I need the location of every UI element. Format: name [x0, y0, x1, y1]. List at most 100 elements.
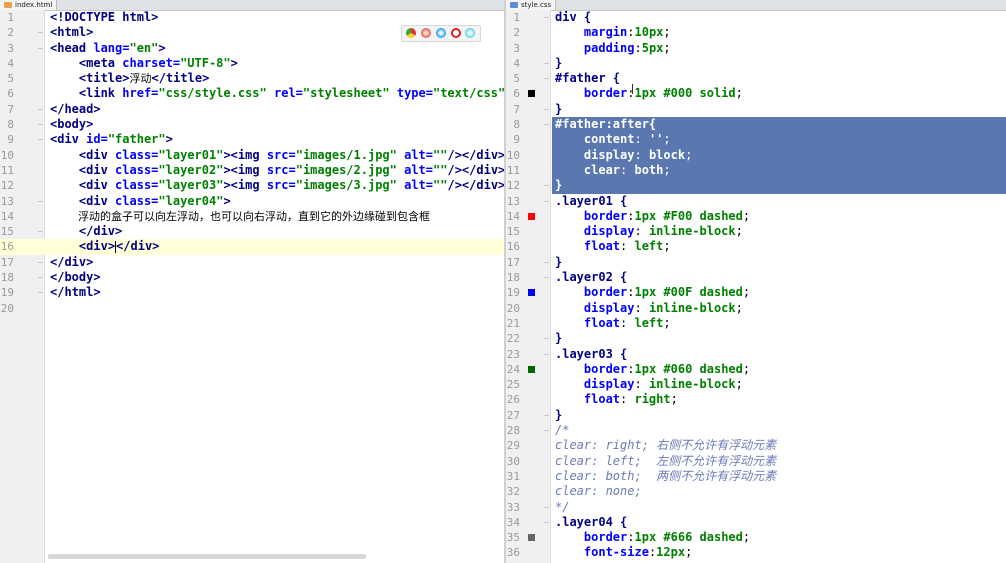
html-code-line[interactable]: 8 − <body> — [0, 117, 504, 132]
css-code-line[interactable]: 23 − .layer03 { — [506, 347, 1006, 362]
css-code-line[interactable]: 6 border:1px #000 solid; — [506, 86, 1006, 101]
css-code-line[interactable]: 19 border:1px #00F dashed; — [506, 285, 1006, 300]
css-code-line[interactable]: 17 −} — [506, 255, 1006, 270]
fold-toggle-icon[interactable]: − — [544, 335, 551, 343]
html-code-line[interactable]: 15 − </div> — [0, 224, 504, 239]
color-swatch-icon[interactable] — [528, 534, 535, 542]
fold-toggle-icon[interactable]: − — [38, 29, 45, 37]
fold-toggle-icon[interactable]: − — [544, 197, 551, 205]
fold-toggle-icon[interactable]: − — [38, 121, 45, 129]
css-code-line[interactable]: 35 border:1px #666 dashed; — [506, 530, 1006, 545]
css-code-line[interactable]: 10 display: block; — [506, 147, 1006, 163]
line-number: 16 — [0, 240, 14, 254]
css-code-line[interactable]: 18 − .layer02 { — [506, 270, 1006, 285]
fold-toggle-icon[interactable]: − — [544, 503, 551, 511]
css-code-line[interactable]: 1 − div { — [506, 10, 1006, 25]
color-swatch-icon[interactable] — [528, 289, 535, 297]
fold-toggle-icon[interactable]: − — [38, 44, 45, 52]
css-code-line[interactable]: 29 clear: right; 右侧不允许有浮动元素 — [506, 438, 1006, 453]
fold-toggle-icon[interactable]: − — [544, 14, 551, 22]
safari-icon[interactable] — [436, 28, 446, 38]
html-code-line[interactable]: 12 <div class="layer03"><img src="images… — [0, 178, 504, 193]
chrome-icon[interactable] — [406, 28, 416, 38]
css-code-line[interactable]: 21 float: left; — [506, 316, 1006, 331]
html-code-line[interactable]: 9 − <div id="father"> — [0, 132, 504, 147]
fold-toggle-icon[interactable]: − — [544, 75, 551, 83]
css-code-line[interactable]: 12 −} — [506, 178, 1006, 194]
css-code-line[interactable]: 32 clear: none; — [506, 484, 1006, 499]
fold-toggle-icon[interactable]: − — [544, 427, 551, 435]
css-code-line[interactable]: 13 − .layer01 { — [506, 194, 1006, 209]
css-code-line[interactable]: 25 display: inline-block; — [506, 377, 1006, 392]
fold-toggle-icon[interactable]: − — [38, 274, 45, 282]
color-swatch-icon[interactable] — [528, 90, 535, 98]
html-code-line[interactable]: 16 <div></div> — [0, 239, 504, 255]
html-code-line[interactable]: 1 <!DOCTYPE html> — [0, 10, 504, 25]
fold-toggle-icon[interactable]: − — [38, 258, 45, 266]
html-code-line[interactable]: 3 − <head lang="en"> — [0, 41, 504, 56]
css-code-line[interactable]: 28 −/* — [506, 423, 1006, 438]
fold-toggle-icon[interactable]: − — [544, 411, 551, 419]
fold-toggle-icon[interactable]: − — [38, 136, 45, 144]
fold-toggle-icon[interactable]: − — [38, 197, 45, 205]
html-code-line[interactable]: 17 − </div> — [0, 255, 504, 270]
line-number: 34 — [506, 515, 520, 529]
css-code-line[interactable]: 9 content: ''; — [506, 132, 1006, 148]
css-code-line[interactable]: 16 float: left; — [506, 239, 1006, 254]
fold-toggle-icon[interactable]: − — [544, 258, 551, 266]
css-code-line[interactable]: 20 display: inline-block; — [506, 301, 1006, 316]
css-code-area[interactable]: 1− div {2 margin:10px; 3 padding:5px; 4−} 5−… — [506, 10, 1006, 561]
html-code-line[interactable]: 20 — [0, 301, 504, 316]
html-code-line[interactable]: 4 <meta charset="UTF-8"> — [0, 56, 504, 71]
css-code-line[interactable]: 33 − */ — [506, 500, 1006, 515]
css-code-line[interactable]: 4 −} — [506, 56, 1006, 71]
horizontal-scrollbar[interactable] — [48, 554, 366, 559]
css-code-line[interactable]: 11 clear: both; — [506, 162, 1006, 179]
fold-toggle-icon[interactable]: − — [544, 182, 551, 190]
fold-toggle-icon[interactable]: − — [38, 289, 45, 297]
css-code-line[interactable]: 22 −} — [506, 331, 1006, 346]
css-code-line[interactable]: 26 float: right; — [506, 392, 1006, 407]
fold-toggle-icon[interactable]: − — [544, 121, 551, 129]
fold-toggle-icon[interactable]: − — [544, 274, 551, 282]
color-swatch-icon[interactable] — [528, 365, 535, 373]
css-editor-pane[interactable]: style.css 1− div {2 margin:10px; 3 padding… — [506, 0, 1006, 563]
html-code-line[interactable]: 13 − <div class="layer04"> — [0, 194, 504, 209]
tab-index-html[interactable]: index.html — [0, 0, 58, 10]
css-code-line[interactable]: 14 border:1px #F00 dashed; — [506, 209, 1006, 224]
html-code-line[interactable]: 18 − </body> — [0, 270, 504, 285]
html-code-area[interactable]: 1 <!DOCTYPE html> 2− <html> 3− <head lang="en… — [0, 10, 504, 316]
fold-toggle-icon[interactable]: − — [544, 59, 551, 67]
fold-toggle-icon[interactable]: − — [544, 105, 551, 113]
css-code-line[interactable]: 15 display: inline-block; — [506, 224, 1006, 239]
fold-toggle-icon[interactable]: − — [544, 518, 551, 526]
opera-icon[interactable] — [451, 28, 461, 38]
css-code-line[interactable]: 30 clear: left; 左侧不允许有浮动元素 — [506, 454, 1006, 469]
html-code-line[interactable]: 5 <title>浮动</title> — [0, 71, 504, 86]
html-code-line[interactable]: 14 浮动的盒子可以向左浮动，也可以向右浮动，直到它的外边缘碰到包含框 — [0, 209, 504, 224]
color-swatch-icon[interactable] — [528, 212, 535, 220]
fold-toggle-icon[interactable]: − — [544, 350, 551, 358]
html-code-line[interactable]: 10 <div class="layer01"><img src="images… — [0, 148, 504, 163]
css-code-line[interactable]: 5 − #father { — [506, 71, 1006, 86]
html-code-line[interactable]: 6 <link href="css/style.css" rel="styles… — [0, 86, 504, 101]
css-code-line[interactable]: 31 clear: both; 两侧不允许有浮动元素 — [506, 469, 1006, 484]
css-code-line[interactable]: 7 −} — [506, 102, 1006, 117]
css-code-line[interactable]: 27 −} — [506, 408, 1006, 423]
html-code-line[interactable]: 19 − </html> — [0, 285, 504, 300]
tab-style-css[interactable]: style.css — [506, 0, 557, 10]
fold-toggle-icon[interactable]: − — [38, 105, 45, 113]
css-code-line[interactable]: 3 padding:5px; — [506, 41, 1006, 56]
firefox-icon[interactable] — [421, 28, 431, 38]
html-code-line[interactable]: 11 <div class="layer02"><img src="images… — [0, 163, 504, 178]
css-code-line[interactable]: 2 margin:10px; — [506, 25, 1006, 40]
css-code-line[interactable]: 8 − #father:after{ — [506, 117, 1006, 133]
css-code-line[interactable]: 36 font-size:12px; — [506, 545, 1006, 560]
html-editor-pane[interactable]: index.html 1 <!DOCTYPE html> 2− <html> 3− <he… — [0, 0, 504, 563]
ie-icon[interactable] — [465, 28, 475, 38]
css-code-line[interactable]: 34 − .layer04 { — [506, 515, 1006, 530]
fold-toggle-icon[interactable]: − — [38, 228, 45, 236]
css-code-line[interactable]: 24 border:1px #060 dashed; — [506, 362, 1006, 377]
line-number: 16 — [506, 240, 520, 254]
html-code-line[interactable]: 7 − </head> — [0, 102, 504, 117]
